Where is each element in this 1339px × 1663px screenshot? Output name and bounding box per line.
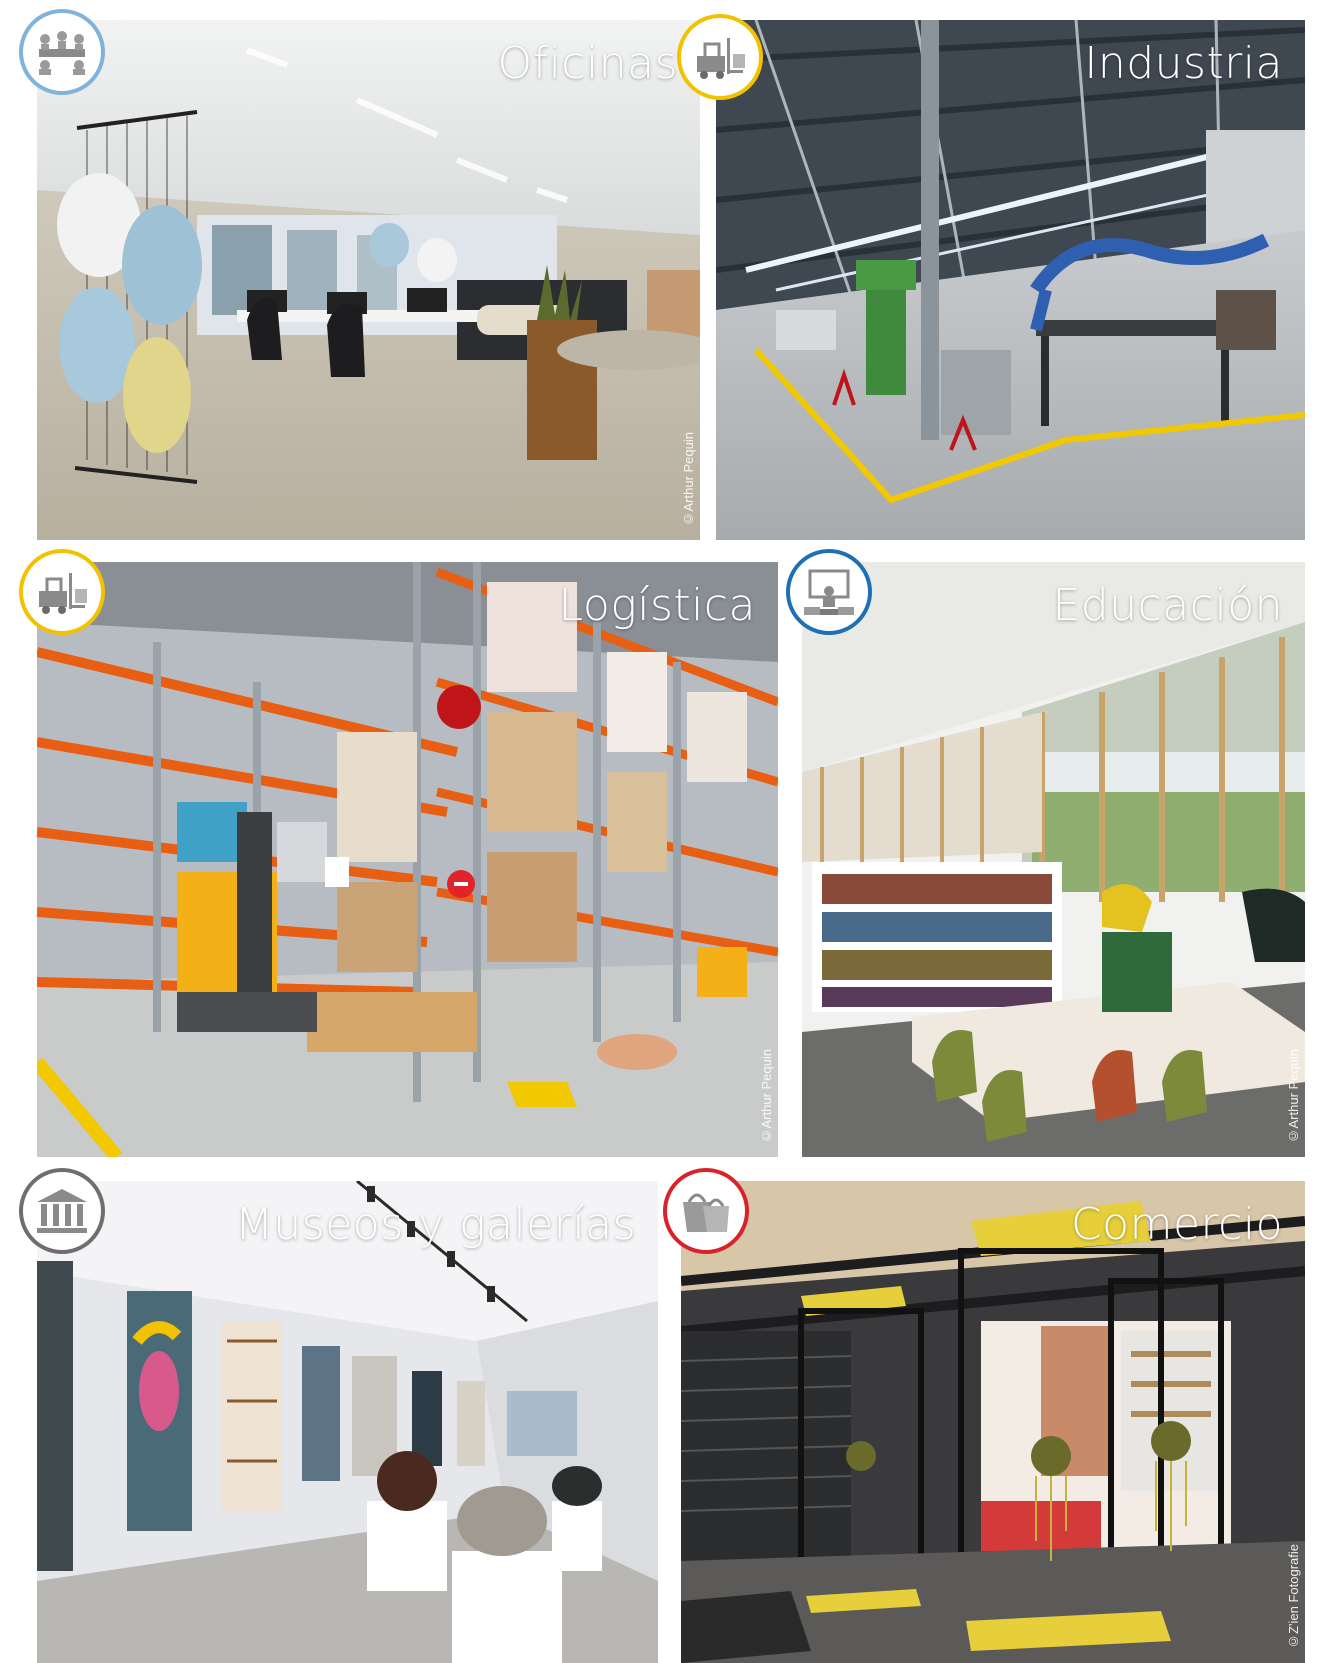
- badge-comercio: [663, 1168, 749, 1254]
- photo-credit: ©Z'ien Fotografie: [1286, 1544, 1301, 1649]
- tile-comercio: Comercio ©Z'ien Fotografie: [681, 1181, 1305, 1663]
- museum-icon: [37, 1189, 87, 1233]
- tile-industria: Industria: [716, 20, 1305, 540]
- office-photo: [37, 20, 700, 540]
- forklift-icon: [697, 38, 745, 79]
- photo-credit: ©Arthur Pequin: [1286, 1048, 1301, 1144]
- tile-oficinas: Oficinas ©Arthur Pequin: [37, 20, 700, 540]
- tile-educacion: Educación ©Arthur Pequin: [802, 562, 1305, 1157]
- badge-oficinas: [19, 9, 105, 95]
- logistics-photo: [37, 562, 778, 1157]
- tile-title: Logística: [558, 580, 756, 631]
- tile-logistica: Logística ©Arthur Pequin: [37, 562, 778, 1157]
- museum-photo: [37, 1181, 658, 1663]
- forklift-icon: [39, 573, 87, 614]
- meeting-icon: [39, 31, 85, 75]
- shopping-bag-icon: [683, 1193, 729, 1232]
- tile-title: Industria: [1084, 38, 1283, 89]
- tile-museos: Museos y galerías: [37, 1181, 658, 1663]
- tile-title: Oficinas: [497, 38, 678, 89]
- classroom-icon: [804, 569, 854, 615]
- tile-title: Comercio: [1070, 1199, 1283, 1250]
- badge-educacion: [786, 549, 872, 635]
- industry-photo: [716, 20, 1305, 540]
- badge-museos: [19, 1168, 105, 1254]
- retail-photo: [681, 1181, 1305, 1663]
- badge-logistica: [19, 549, 105, 635]
- photo-credit: ©Arthur Pequin: [681, 431, 696, 527]
- badge-industria: [677, 14, 763, 100]
- education-photo: [802, 562, 1305, 1157]
- tile-title: Educación: [1052, 580, 1283, 631]
- tile-title: Museos y galerías: [234, 1199, 636, 1250]
- photo-credit: ©Arthur Pequin: [759, 1048, 774, 1144]
